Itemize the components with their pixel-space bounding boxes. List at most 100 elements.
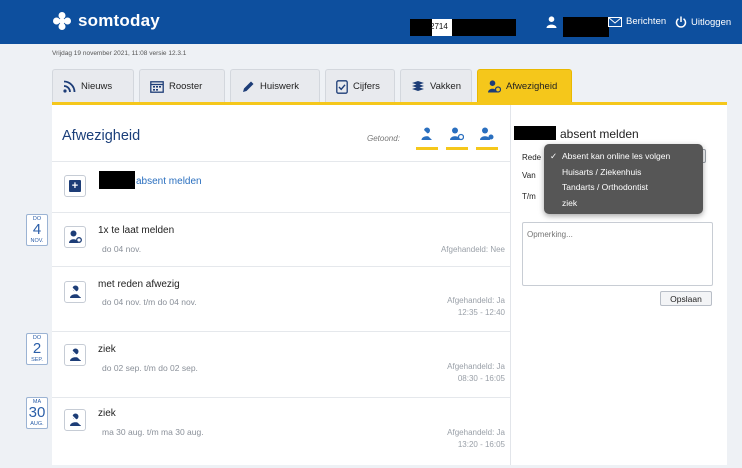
checklist-icon [336, 79, 348, 94]
logout-label: Uitloggen [691, 16, 732, 28]
dropdown-option-label: ziek [562, 197, 578, 208]
separator [52, 397, 510, 398]
calendar-icon [150, 80, 164, 93]
messages-label: Berichten [626, 16, 667, 27]
tab-afwezigheid-label: Afwezigheid [506, 81, 558, 92]
tab-huiswerk[interactable]: Huiswerk [230, 69, 320, 103]
separator [52, 212, 510, 213]
dropdown-option[interactable]: ✓ Absent kan online les volgen [544, 149, 703, 165]
entry-title[interactable]: 1x te laat melden [98, 225, 174, 236]
separator [52, 161, 510, 162]
dropdown-option-label: Tandarts / Orthodontist [562, 182, 648, 192]
tab-vakken-label: Vakken [430, 81, 461, 92]
absent-person-icon [64, 409, 86, 431]
dropdown-option-label: Huisarts / Ziekenhuis [562, 166, 642, 177]
messages-link[interactable]: Berichten [608, 16, 666, 27]
tab-huiswerk-label: Huiswerk [260, 81, 300, 92]
entry-title[interactable]: met reden afwezig [98, 279, 180, 290]
student-id-fragment: 2714 [430, 22, 448, 31]
late-person-filter-icon [450, 127, 464, 141]
user-menu[interactable] [546, 16, 557, 28]
redacted-name-block [410, 19, 432, 36]
redacted-student-name [99, 171, 135, 189]
save-button[interactable]: Opslaan [660, 291, 712, 306]
filter-late-person[interactable] [446, 126, 468, 150]
somtoday-logo-icon [52, 11, 72, 31]
entry-date: ma 30 aug. t/m ma 30 aug. [102, 427, 204, 437]
reason-label: Rede [522, 153, 542, 162]
tab-rooster-label: Rooster [169, 81, 203, 92]
separator [52, 266, 510, 267]
absent-person-icon [64, 281, 86, 303]
version-line: Vrijdag 19 november 2021, 11:08 versie 1… [52, 50, 187, 57]
from-label: Van [522, 171, 536, 180]
panel-divider [510, 105, 511, 465]
entry-time-line: 13:20 - 16:05 [457, 440, 505, 449]
filter-other-person[interactable] [476, 126, 498, 150]
dropdown-option[interactable]: ziek [544, 196, 703, 212]
late-person-icon [64, 226, 86, 248]
envelope-icon [608, 16, 622, 27]
separator [52, 331, 510, 332]
entry-time-line: 12:35 - 12:40 [457, 308, 505, 317]
entry-status: Afgehandeld: Ja 13:20 - 16:05 [447, 427, 505, 451]
tab-afwezigheid[interactable]: Afwezigheid [477, 69, 572, 103]
somtoday-logo[interactable]: somtoday [52, 11, 160, 31]
entry-title[interactable]: ziek [98, 408, 116, 419]
redacted-form-name [514, 126, 556, 140]
main-tabs: Nieuws Rooster Huiswerk Cijfers Vakken A… [52, 69, 577, 103]
tab-vakken[interactable]: Vakken [400, 69, 472, 103]
date-badge: DO 4 NOV. [26, 214, 48, 246]
brand-name: somtoday [78, 11, 160, 30]
date-badge-number: 30 [28, 404, 46, 421]
date-badge-month: NOV. [30, 238, 44, 244]
entry-date: do 04 nov. [102, 244, 142, 254]
tab-cijfers-label: Cijfers [353, 81, 380, 92]
date-badge-number: 4 [32, 221, 42, 238]
page-title: Afwezigheid [62, 128, 141, 144]
date-badge-month: AUG. [30, 421, 44, 427]
entry-status-line: Afgehandeld: Ja [447, 428, 505, 437]
tab-nieuws-label: Nieuws [81, 81, 113, 92]
pencil-icon [241, 80, 255, 94]
dropdown-option[interactable]: Tandarts / Orthodontist [544, 180, 703, 196]
entry-status: Afgehandeld: Ja 12:35 - 12:40 [447, 295, 505, 319]
logout-link[interactable]: Uitloggen [675, 16, 731, 28]
entry-time-line: 08:30 - 16:05 [457, 374, 505, 383]
entry-date: do 04 nov. t/m do 04 nov. [102, 297, 197, 307]
power-icon [675, 16, 687, 28]
tab-cijfers[interactable]: Cijfers [325, 69, 395, 103]
top-header: somtoday 2714 Berichten Uitloggen [0, 0, 742, 44]
tab-rooster[interactable]: Rooster [139, 69, 225, 103]
filter-absent-person[interactable] [416, 126, 438, 150]
entry-status: Afgehandeld: Ja 08:30 - 16:05 [447, 361, 505, 385]
remark-field[interactable] [522, 222, 713, 286]
entry-status-line: Afgehandeld: Ja [447, 296, 505, 305]
other-person-filter-icon [480, 127, 494, 140]
entry-status: Afgehandeld: Nee [441, 244, 505, 256]
entry-date: do 02 sep. t/m do 02 sep. [102, 363, 198, 373]
rss-icon [63, 80, 76, 93]
absent-person-icon [64, 344, 86, 366]
dropdown-option-label: Absent kan online les volgen [562, 151, 671, 161]
books-icon [411, 80, 425, 93]
entry-status-line: Afgehandeld: Nee [440, 245, 505, 254]
plus-icon: + [69, 180, 81, 192]
date-badge-number: 2 [32, 340, 42, 357]
checkmark-icon: ✓ [550, 151, 558, 161]
entry-status-line: Afgehandeld: Ja [447, 362, 505, 371]
redacted-id-block [452, 19, 516, 36]
person-icon [488, 80, 501, 93]
date-badge-month: SEP. [31, 357, 43, 363]
reason-dropdown-menu: ✓ Absent kan online les volgen Huisarts … [544, 144, 703, 214]
date-badge: MA 30 AUG. [26, 397, 48, 429]
shown-filter-label: Getoond: [367, 134, 400, 143]
user-icon [546, 16, 557, 28]
entry-title[interactable]: ziek [98, 344, 116, 355]
dropdown-option[interactable]: Huisarts / Ziekenhuis [544, 165, 703, 181]
add-absence-link[interactable]: absent melden [136, 176, 202, 187]
absent-person-filter-icon [420, 127, 434, 141]
form-title: absent melden [560, 127, 639, 141]
add-absence-button[interactable]: + [64, 175, 86, 197]
tab-nieuws[interactable]: Nieuws [52, 69, 134, 103]
